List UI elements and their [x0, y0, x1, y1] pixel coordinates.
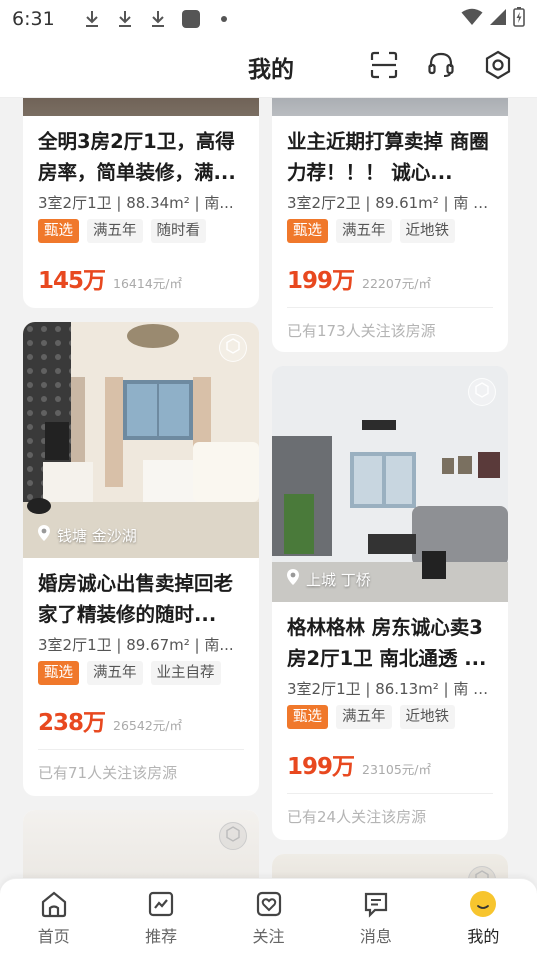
- listing-meta: 3室2厅1卫 | 89.67m² | 南...: [38, 636, 234, 654]
- listing-price: 199万: [287, 268, 355, 294]
- listing-card[interactable]: 业主近期打算卖掉 商圈力荐！！！ 诚心... 3室2厅2卫 | 89.61m² …: [272, 98, 508, 352]
- signal-icon: [489, 8, 507, 30]
- tag: 近地铁: [399, 219, 455, 243]
- bottom-nav: 首页 推荐 关注 消息 我的: [0, 878, 537, 956]
- listing-meta: 3室2厅2卫 | 89.61m² | 南 | ...: [287, 194, 493, 212]
- battery-icon: [513, 7, 525, 31]
- vr-tour-badge[interactable]: [219, 334, 247, 362]
- unit-price: 26542元/㎡: [113, 718, 182, 733]
- cube-icon: [225, 338, 241, 358]
- listing-photo: [23, 810, 259, 878]
- settings-button[interactable]: [481, 50, 515, 84]
- listing-card[interactable]: [272, 854, 508, 878]
- nav-label: 我的: [467, 927, 500, 946]
- listing-feed[interactable]: 全明3房2厅1卫，高得房率，简单装修，满... 3室2厅1卫 | 88.34m²…: [0, 98, 537, 878]
- location-pin-icon: [37, 524, 51, 546]
- listing-photo: [272, 98, 508, 116]
- follow-count: 已有71人关注该房源: [38, 764, 178, 782]
- listing-title: 全明3房2厅1卫，高得房率，简单装修，满...: [38, 130, 236, 184]
- tag-featured: 甄选: [287, 705, 328, 729]
- listing-card[interactable]: [23, 810, 259, 878]
- tag-row: 甄选 满五年 近地铁: [287, 705, 493, 729]
- app-notification-icon: [180, 8, 202, 30]
- download-icon: [81, 8, 103, 30]
- download-icon: [147, 8, 169, 30]
- listing-card[interactable]: 钱塘 金沙湖 婚房诚心出售卖掉回老家了精装修的随时... 3室2厅1卫 | 89…: [23, 322, 259, 796]
- tag-row: 甄选 满五年 业主自荐: [38, 661, 244, 685]
- tag: 近地铁: [399, 705, 455, 729]
- listing-price: 145万: [38, 268, 106, 294]
- nav-mine[interactable]: 我的: [430, 879, 537, 956]
- status-bar: 6:31: [0, 0, 537, 38]
- nav-label: 消息: [359, 927, 392, 946]
- listing-title: 格林格林 房东诚心卖3房2厅1卫 南北通透 ...: [287, 616, 487, 670]
- cube-icon: [474, 870, 490, 878]
- listing-title: 业主近期打算卖掉 商圈力荐！！！ 诚心...: [287, 130, 489, 184]
- nav-follow[interactable]: 关注: [215, 879, 322, 956]
- vr-tour-badge[interactable]: [219, 822, 247, 850]
- nav-home[interactable]: 首页: [0, 879, 107, 956]
- cube-icon: [225, 826, 241, 846]
- dot-icon: [213, 8, 235, 30]
- listing-price: 199万: [287, 754, 355, 780]
- location-label: 钱塘 金沙湖: [37, 524, 137, 546]
- listing-meta: 3室2厅1卫 | 86.13m² | 南 | ...: [287, 680, 493, 698]
- unit-price: 22207元/㎡: [362, 276, 431, 291]
- download-icon: [114, 8, 136, 30]
- tag: 满五年: [336, 705, 392, 729]
- gear-icon: [483, 50, 513, 84]
- listing-meta: 3室2厅1卫 | 88.34m² | 南...: [38, 194, 234, 212]
- listing-card[interactable]: 上城 丁桥 格林格林 房东诚心卖3房2厅1卫 南北通透 ... 3室2厅1卫 |…: [272, 366, 508, 840]
- scan-button[interactable]: [367, 50, 401, 84]
- cube-icon: [474, 382, 490, 402]
- tag-featured: 甄选: [38, 219, 79, 243]
- message-icon: [361, 889, 391, 919]
- vr-tour-badge[interactable]: [468, 866, 496, 878]
- nav-label: 关注: [252, 927, 285, 946]
- tag: 满五年: [336, 219, 392, 243]
- trend-icon: [146, 889, 176, 919]
- headset-icon: [426, 50, 456, 84]
- heart-icon: [254, 889, 284, 919]
- avatar-icon: [468, 889, 498, 919]
- location-text: 钱塘 金沙湖: [57, 526, 137, 545]
- listing-price: 238万: [38, 710, 106, 736]
- status-time: 6:31: [12, 8, 55, 30]
- nav-label: 首页: [37, 927, 70, 946]
- follow-count: 已有173人关注该房源: [287, 322, 436, 340]
- location-label: 上城 丁桥: [286, 568, 371, 590]
- customer-service-button[interactable]: [424, 50, 458, 84]
- nav-label: 推荐: [145, 927, 178, 946]
- tag: 随时看: [150, 219, 206, 243]
- unit-price: 16414元/㎡: [113, 276, 182, 291]
- tag: 满五年: [87, 219, 143, 243]
- nav-messages[interactable]: 消息: [322, 879, 429, 956]
- tag-featured: 甄选: [38, 661, 79, 685]
- tag: 业主自荐: [150, 661, 221, 685]
- location-text: 上城 丁桥: [306, 570, 371, 589]
- tag-row: 甄选 满五年 随时看: [38, 219, 244, 243]
- listing-card[interactable]: 全明3房2厅1卫，高得房率，简单装修，满... 3室2厅1卫 | 88.34m²…: [23, 98, 259, 308]
- wifi-icon: [461, 8, 483, 30]
- follow-count: 已有24人关注该房源: [287, 808, 427, 826]
- unit-price: 23105元/㎡: [362, 762, 431, 777]
- listing-photo: 钱塘 金沙湖: [23, 322, 259, 558]
- tag-row: 甄选 满五年 近地铁: [287, 219, 493, 243]
- nav-recommend[interactable]: 推荐: [107, 879, 214, 956]
- tag: 满五年: [87, 661, 143, 685]
- home-icon: [39, 889, 69, 919]
- title-bar: 我的: [0, 38, 537, 98]
- listing-photo: [23, 98, 259, 116]
- listing-title: 婚房诚心出售卖掉回老家了精装修的随时...: [38, 572, 234, 626]
- location-pin-icon: [286, 568, 300, 590]
- scan-icon: [369, 50, 399, 84]
- listing-photo: 上城 丁桥: [272, 366, 508, 602]
- tag-featured: 甄选: [287, 219, 328, 243]
- vr-tour-badge[interactable]: [468, 378, 496, 406]
- listing-photo: [272, 854, 508, 878]
